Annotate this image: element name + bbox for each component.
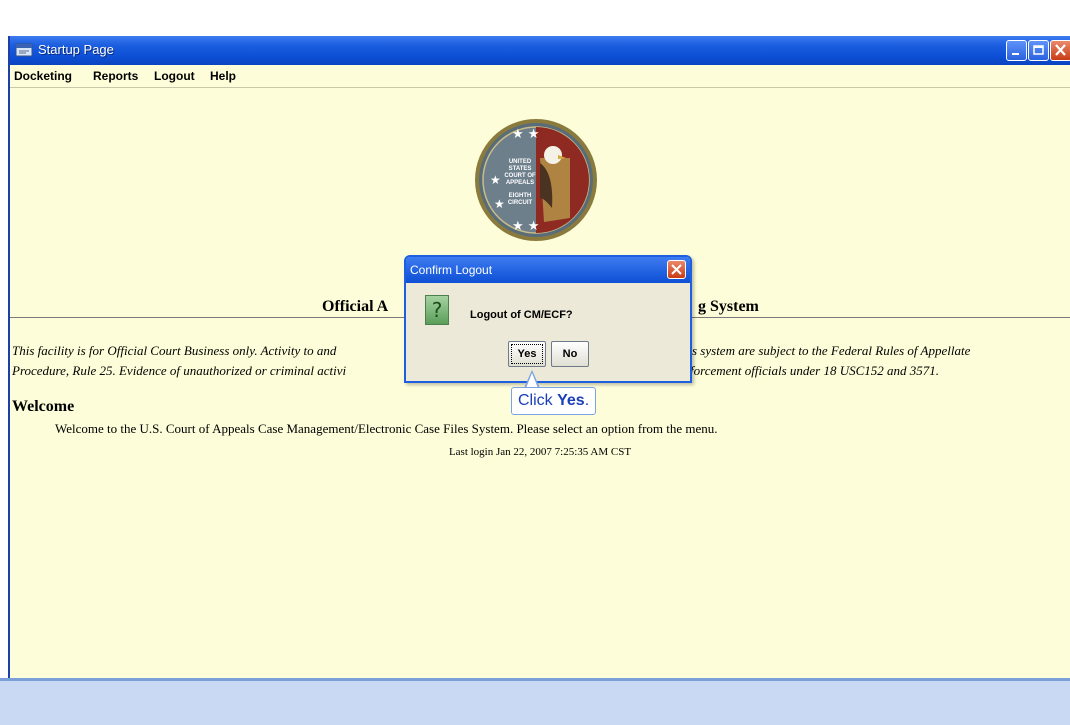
dialog-message: Logout of CM/ECF? (470, 309, 573, 321)
menu-docketing[interactable]: Docketing (14, 69, 72, 83)
notice-line2-left: Procedure, Rule 25. Evidence of unauthor… (12, 363, 347, 378)
menu-help[interactable]: Help (210, 69, 236, 83)
menu-bar: Docketing Reports Logout Help (10, 65, 1070, 88)
dialog-close-button[interactable] (667, 260, 686, 279)
bottom-bar (0, 678, 1070, 725)
seal-text: APPEALS (506, 180, 534, 186)
seal-text: UNITED (509, 159, 532, 165)
outer-top-margin (0, 0, 1070, 36)
dialog-titlebar[interactable]: Confirm Logout (406, 257, 690, 283)
close-icon (1055, 44, 1066, 56)
svg-text:★: ★ (494, 197, 505, 211)
window-titlebar[interactable]: Startup Page (10, 36, 1070, 65)
svg-text:★: ★ (490, 173, 501, 187)
notice-line2-right: forcement officials under 18 USC152 and … (690, 363, 940, 378)
welcome-text: Welcome to the U.S. Court of Appeals Cas… (55, 421, 718, 436)
seal-text: COURT OF (504, 173, 536, 179)
heading-right-fragment: g System (698, 298, 759, 315)
java-app-icon (15, 43, 33, 57)
close-icon (671, 264, 682, 275)
callout-pointer-fill (526, 373, 538, 388)
no-button[interactable]: No (551, 341, 589, 367)
seal-text: EIGHTH (509, 193, 532, 199)
question-icon: ? (425, 295, 449, 325)
maximize-icon (1033, 45, 1044, 55)
callout-prefix: Click (518, 392, 558, 409)
dialog-title: Confirm Logout (410, 263, 493, 277)
minimize-button[interactable] (1006, 40, 1027, 61)
yes-button[interactable]: Yes (508, 341, 546, 367)
menu-reports[interactable]: Reports (93, 69, 138, 83)
window-title: Startup Page (38, 42, 114, 57)
minimize-icon (1012, 53, 1019, 55)
callout-suffix: . (584, 392, 590, 409)
menu-logout[interactable]: Logout (154, 69, 195, 83)
seal-text: STATES (509, 166, 532, 172)
confirm-logout-dialog: Confirm Logout ? Logout of CM/ECF? Yes N… (404, 255, 692, 383)
last-login-text: Last login Jan 22, 2007 7:25:35 AM CST (448, 446, 632, 458)
notice-line1-right: s system are subject to the Federal Rule… (692, 343, 971, 358)
maximize-button[interactable] (1028, 40, 1049, 61)
seal-text: CIRCUIT (508, 200, 533, 206)
court-seal-logo: ★ ★ ★ ★ ★ ★ UNITED STATES COURT OF APPEA… (475, 119, 597, 241)
svg-text:★ ★: ★ ★ (512, 127, 539, 142)
callout-emphasis: Yes (557, 392, 585, 409)
close-button[interactable] (1050, 40, 1070, 61)
heading-left-fragment: Official A (322, 298, 389, 315)
svg-text:★ ★: ★ ★ (512, 219, 539, 234)
welcome-heading: Welcome (12, 398, 75, 415)
instruction-callout: Click Yes. (511, 387, 597, 415)
notice-line1-left: This facility is for Official Court Busi… (12, 343, 337, 358)
